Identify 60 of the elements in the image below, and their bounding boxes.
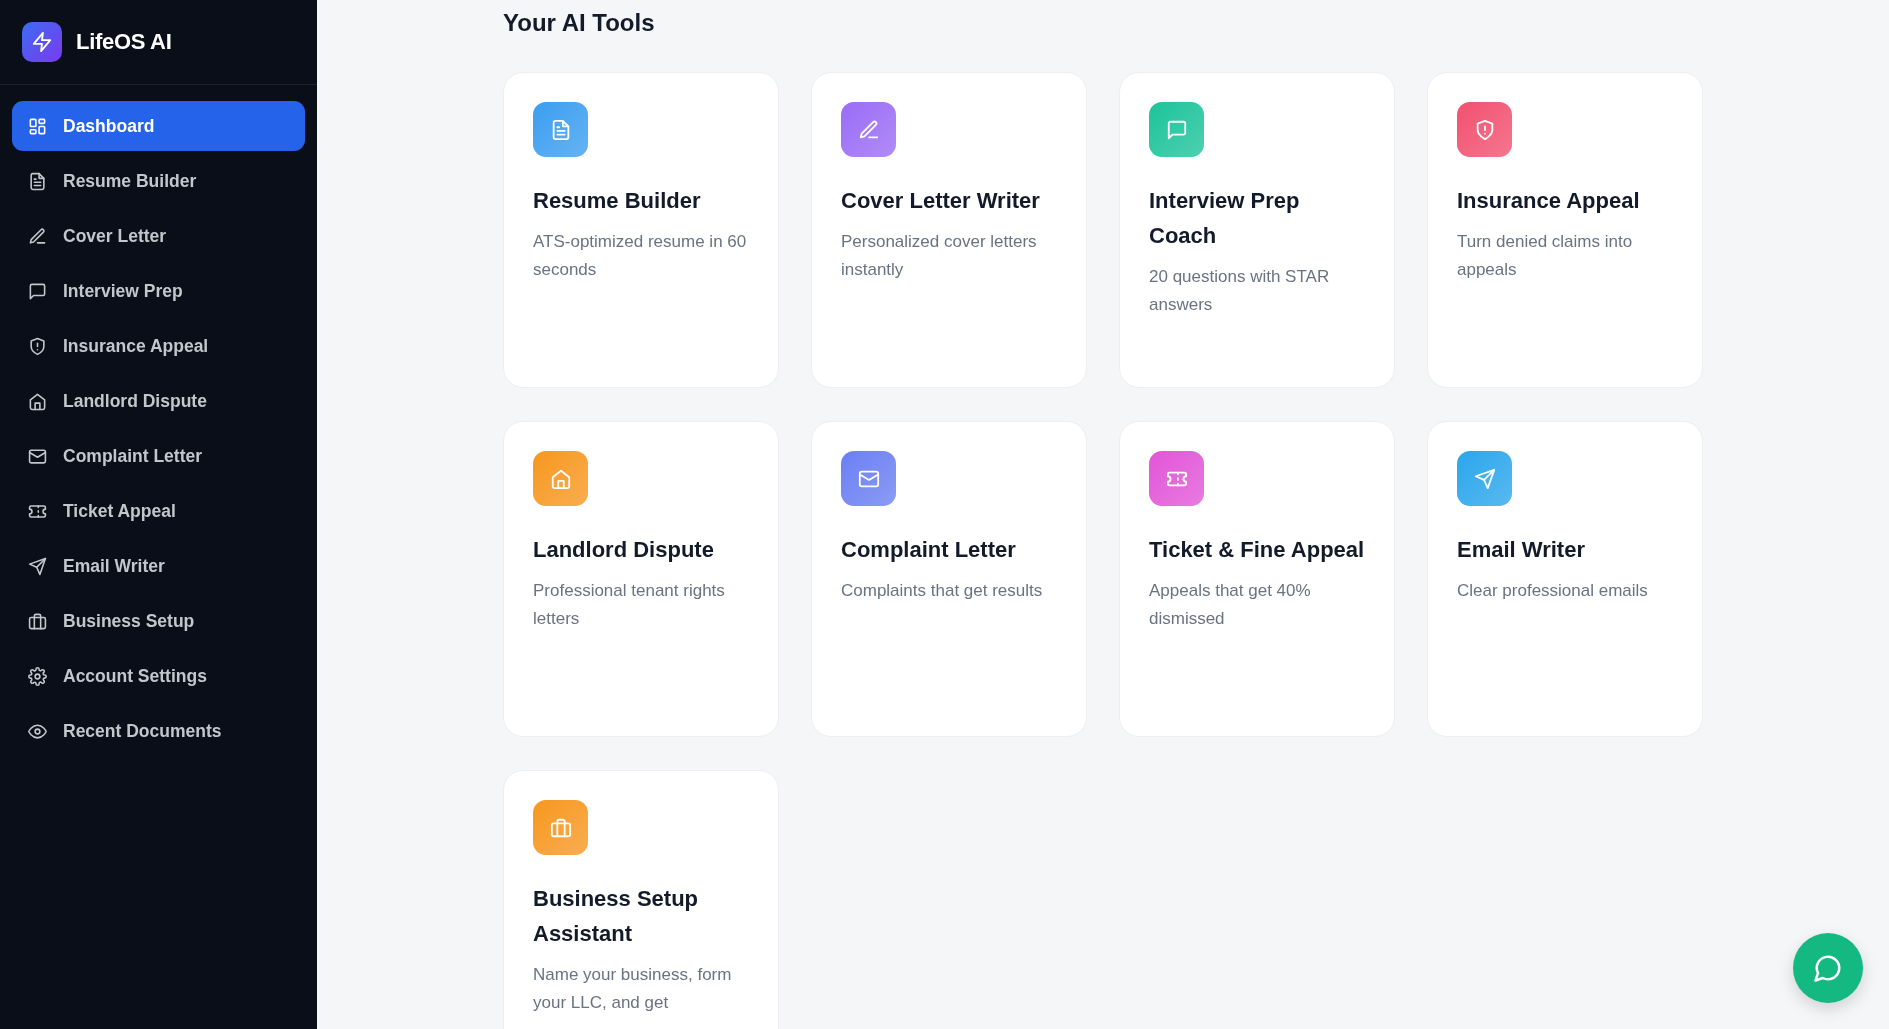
briefcase-icon bbox=[549, 816, 572, 839]
pen-icon bbox=[28, 226, 47, 246]
briefcase-icon bbox=[28, 611, 47, 631]
chat-icon bbox=[1813, 953, 1843, 983]
tool-title: Insurance Appeal bbox=[1457, 187, 1641, 215]
tool-title: Resume Builder bbox=[533, 187, 702, 215]
grid-icon bbox=[28, 116, 47, 136]
tool-description: Personalized cover letters instantly bbox=[841, 231, 1038, 281]
speech-bubble-icon bbox=[28, 281, 47, 301]
tool-card[interactable]: Complaint Letter Complaints that get results bbox=[811, 421, 1087, 737]
tool-description: Complaints that get results bbox=[841, 580, 1044, 602]
section-heading: Your AI Tools bbox=[503, 8, 656, 38]
tool-description: Clear professional emails bbox=[1457, 580, 1649, 602]
nav-item[interactable]: Landlord Dispute bbox=[12, 376, 305, 426]
nav-item[interactable]: Interview Prep bbox=[12, 266, 305, 316]
paper-plane-icon bbox=[28, 556, 47, 576]
tool-card[interactable]: Insurance Appeal Turn denied claims into appeals bbox=[1427, 72, 1703, 388]
house-icon bbox=[28, 391, 47, 411]
nav-item[interactable]: Cover Letter bbox=[12, 211, 305, 261]
nav-item[interactable]: Insurance Appeal bbox=[12, 321, 305, 371]
tool-card[interactable]: Email Writer Clear professional emails bbox=[1427, 421, 1703, 737]
tool-description: Appeals that get 40% dismissed bbox=[1149, 580, 1312, 630]
pen-icon bbox=[857, 118, 880, 141]
tool-description: Turn denied claims into appeals bbox=[1457, 231, 1634, 281]
nav-item[interactable]: Business Setup bbox=[12, 596, 305, 646]
paper-plane-icon bbox=[1473, 467, 1496, 490]
tool-card[interactable]: Ticket & Fine Appeal Appeals that get 40% dismissed bbox=[1119, 421, 1395, 737]
envelope-icon bbox=[28, 446, 47, 466]
nav-item[interactable]: Recent Documents bbox=[12, 706, 305, 756]
brand-name: LifeOS AI bbox=[76, 29, 172, 55]
nav-item[interactable]: Account Settings bbox=[12, 651, 305, 701]
nav-item[interactable]: Complaint Letter bbox=[12, 431, 305, 481]
document-icon bbox=[28, 171, 47, 191]
tool-title: Business Setup Assistant bbox=[533, 885, 700, 948]
nav-item[interactable]: Resume Builder bbox=[12, 156, 305, 206]
tool-card[interactable]: Business Setup Assistant Name your business, form your LLC, and get bbox=[503, 770, 779, 1029]
nav-item[interactable]: Dashboard bbox=[12, 101, 305, 151]
tool-card[interactable]: Cover Letter Writer Personalized cover letters instantly bbox=[811, 72, 1087, 388]
tool-title: Email Writer bbox=[1457, 536, 1586, 564]
tool-card[interactable]: Resume Builder ATS-optimized resume in 60 seconds bbox=[503, 72, 779, 388]
shield-icon bbox=[28, 336, 47, 356]
tool-card[interactable]: Interview Prep Coach 20 questions with STAR answers bbox=[1119, 72, 1395, 388]
tool-title: Ticket & Fine Appeal bbox=[1149, 536, 1365, 564]
nav-item[interactable]: Ticket Appeal bbox=[12, 486, 305, 536]
nav-item[interactable]: Email Writer bbox=[12, 541, 305, 591]
tool-description: ATS-optimized resume in 60 seconds bbox=[533, 231, 748, 281]
tool-description: Name your business, form your LLC, and get bbox=[533, 964, 733, 1014]
tool-title: Landlord Dispute bbox=[533, 536, 715, 564]
tool-title: Interview Prep Coach bbox=[1149, 187, 1301, 250]
tool-title: Cover Letter Writer bbox=[841, 187, 1041, 215]
tool-description: 20 questions with STAR answers bbox=[1149, 266, 1331, 316]
gear-icon bbox=[28, 666, 47, 686]
house-icon bbox=[549, 467, 572, 490]
tool-card[interactable]: Landlord Dispute Professional tenant rights letters bbox=[503, 421, 779, 737]
tool-description: Professional tenant rights letters bbox=[533, 580, 726, 630]
tool-title: Complaint Letter bbox=[841, 536, 1017, 564]
lightning-bolt-icon bbox=[31, 31, 53, 53]
speech-bubble-icon bbox=[1165, 118, 1188, 141]
eye-icon bbox=[28, 721, 47, 741]
chat-button[interactable] bbox=[1793, 933, 1863, 1003]
